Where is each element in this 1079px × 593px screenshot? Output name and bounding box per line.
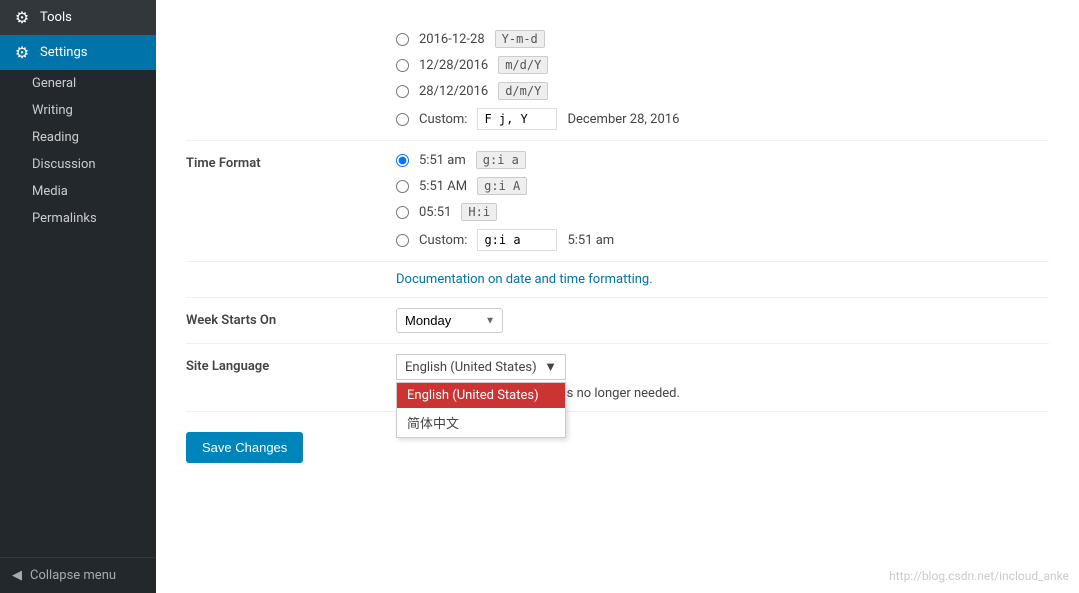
collapse-menu-button[interactable]: ◀ Collapse menu [0,557,156,593]
time-custom-preview: 5:51 am [567,233,614,248]
date-custom-input[interactable] [477,108,557,130]
date-custom-label: Custom: [419,112,467,127]
sidebar-item-writing[interactable]: Writing [0,97,156,124]
week-starts-row: Week Starts On Sunday Monday Tuesday Wed… [186,298,1049,344]
sidebar-item-reading[interactable]: Reading [0,124,156,151]
date-format-option-3: 28/12/2016 d/m/Y [396,82,1039,100]
settings-table: 2016-12-28 Y-m-d 12/28/2016 m/d/Y 28/12/… [186,20,1049,412]
settings-content-area: 2016-12-28 Y-m-d 12/28/2016 m/d/Y 28/12/… [156,0,1079,593]
date-format-radio-dmy[interactable] [396,85,409,98]
week-starts-cell: Sunday Monday Tuesday Wednesday Thursday… [386,298,1049,344]
date-format-radio-group: 2016-12-28 Y-m-d 12/28/2016 m/d/Y 28/12/… [396,30,1039,130]
sidebar: ⚙ Tools ⚙ Settings General Writing Readi… [0,0,156,593]
date-format-option-1: 2016-12-28 Y-m-d [396,30,1039,48]
week-starts-select[interactable]: Sunday Monday Tuesday Wednesday Thursday… [396,308,503,333]
language-option-english[interactable]: English (United States) [397,383,565,408]
time-format-radio-24h[interactable] [396,206,409,219]
time-badge-24h: H:i [461,203,497,221]
time-display-lowercase-am: 5:51 am [419,153,466,168]
language-dropdown-list: English (United States) 简体中文 [396,382,566,438]
time-custom-input[interactable] [477,229,557,251]
time-format-radio-custom[interactable] [396,234,409,247]
main-content: 2016-12-28 Y-m-d 12/28/2016 m/d/Y 28/12/… [156,0,1079,593]
doc-link-spacer [186,262,386,298]
language-row: English (United States) ▼ English (Unite… [396,354,1039,401]
collapse-menu-label: Collapse menu [30,568,116,583]
time-custom-label: Custom: [419,233,467,248]
week-starts-label: Week Starts On [186,298,386,344]
doc-link-cell: Documentation on date and time formattin… [386,262,1049,298]
time-badge-uppercase-am: g:i A [477,177,527,195]
language-option-chinese[interactable]: 简体中文 [397,408,565,437]
date-badge-mdy: m/d/Y [498,56,548,74]
permalinks-label: Permalinks [32,211,97,226]
time-format-option-2: 5:51 AM g:i A [396,177,1039,195]
date-badge-dmy: d/m/Y [498,82,548,100]
date-format-row: 2016-12-28 Y-m-d 12/28/2016 m/d/Y 28/12/… [186,20,1049,141]
settings-icon: ⚙ [12,43,32,62]
language-select-row: English (United States) ▼ [396,354,1039,380]
site-language-cell: English (United States) ▼ English (Unite… [386,344,1049,412]
reading-label: Reading [32,130,79,145]
time-display-24h: 05:51 [419,205,451,220]
date-display-ymd: 2016-12-28 [419,32,485,47]
tools-icon: ⚙ [12,8,32,27]
sidebar-item-tools[interactable]: ⚙ Tools [0,0,156,35]
media-label: Media [32,184,68,199]
collapse-icon: ◀ [12,568,22,583]
time-format-row: Time Format 5:51 am g:i a 5:51 AM [186,141,1049,262]
discussion-label: Discussion [32,157,96,172]
language-selected-value: English (United States) [405,360,537,375]
site-language-label: Site Language [186,344,386,412]
language-dropdown-arrow-icon: ▼ [544,359,557,375]
date-custom-preview: December 28, 2016 [567,112,679,127]
site-language-dropdown-wrapper: English (United States) ▼ English (Unite… [396,354,1039,380]
sidebar-item-discussion[interactable]: Discussion [0,151,156,178]
date-format-label [186,20,386,141]
time-display-uppercase-am: 5:51 AM [419,179,467,194]
date-format-radio-ymd[interactable] [396,33,409,46]
date-display-mdy: 12/28/2016 [419,58,488,73]
sidebar-tools-label: Tools [40,10,72,25]
time-format-option-3: 05:51 H:i [396,203,1039,221]
date-display-dmy: 28/12/2016 [419,84,488,99]
general-label: General [32,76,76,91]
language-select-display[interactable]: English (United States) ▼ [396,354,566,380]
doc-link[interactable]: Documentation on date and time formattin… [396,272,653,287]
date-format-radio-custom[interactable] [396,113,409,126]
date-format-option-2: 12/28/2016 m/d/Y [396,56,1039,74]
time-format-radio-lowercase-am[interactable] [396,154,409,167]
date-format-option-custom: Custom: December 28, 2016 [396,108,1039,130]
time-format-radio-group: 5:51 am g:i a 5:51 AM g:i A 05:51 [396,151,1039,251]
date-format-radio-mdy[interactable] [396,59,409,72]
sidebar-item-general[interactable]: General [0,70,156,97]
date-badge-ymd: Y-m-d [495,30,545,48]
doc-link-row: Documentation on date and time formattin… [186,262,1049,298]
sidebar-item-media[interactable]: Media [0,178,156,205]
sidebar-item-settings[interactable]: ⚙ Settings [0,35,156,70]
time-format-option-1: 5:51 am g:i a [396,151,1039,169]
save-changes-button[interactable]: Save Changes [186,432,303,463]
time-badge-lowercase-am: g:i a [476,151,526,169]
sidebar-item-permalinks[interactable]: Permalinks [0,205,156,232]
time-format-option-custom: Custom: 5:51 am [396,229,1039,251]
time-format-radio-uppercase-am[interactable] [396,180,409,193]
time-format-label: Time Format [186,141,386,262]
sidebar-settings-label: Settings [40,45,87,60]
time-format-options: 5:51 am g:i a 5:51 AM g:i A 05:51 [386,141,1049,262]
site-language-row: Site Language English (United States) ▼ [186,344,1049,412]
date-format-options: 2016-12-28 Y-m-d 12/28/2016 m/d/Y 28/12/… [386,20,1049,141]
writing-label: Writing [32,103,73,118]
week-starts-select-wrapper: Sunday Monday Tuesday Wednesday Thursday… [396,308,503,333]
